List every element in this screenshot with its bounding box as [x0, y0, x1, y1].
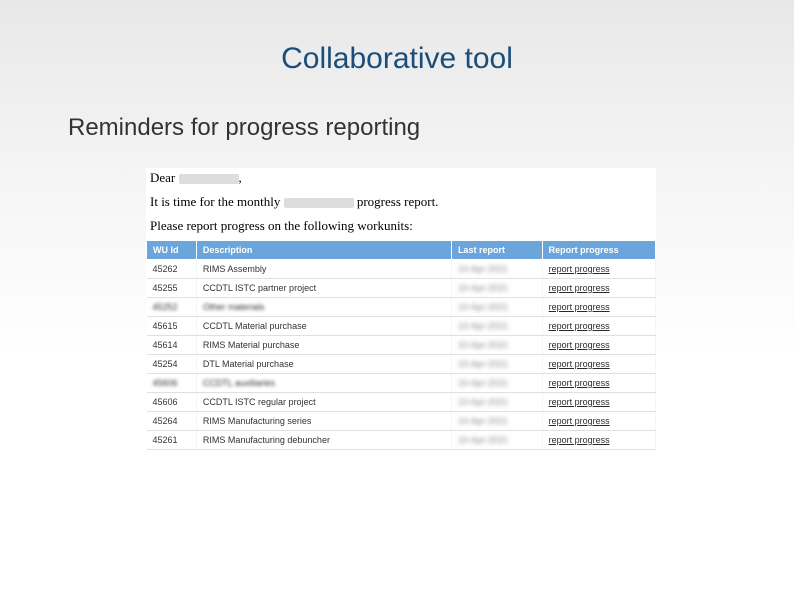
- report-progress-link[interactable]: report progress: [542, 374, 655, 393]
- redacted-project: [284, 198, 354, 208]
- th-description: Description: [196, 241, 451, 260]
- cell-desc: RIMS Assembly: [196, 260, 451, 279]
- report-progress-link[interactable]: report progress: [542, 393, 655, 412]
- redacted-name: [179, 174, 239, 184]
- line2-prefix: It is time for the monthly: [150, 194, 280, 209]
- line2-suffix: progress report.: [357, 194, 439, 209]
- cell-wuid: 45615: [147, 317, 197, 336]
- report-progress-link[interactable]: report progress: [542, 336, 655, 355]
- cell-last-report: 10-Apr-2021: [451, 355, 542, 374]
- table-row: 45255 CCDTL ISTC partner project 10-Apr-…: [147, 279, 656, 298]
- cell-last-report: 10-Apr-2021: [451, 431, 542, 450]
- cell-wuid: 45262: [147, 260, 197, 279]
- table-row: 45254 DTL Material purchase 10-Apr-2021 …: [147, 355, 656, 374]
- cell-last-report: 10-Apr-2021: [451, 279, 542, 298]
- table-row: 45264 RIMS Manufacturing series 10-Apr-2…: [147, 412, 656, 431]
- table-row: 45615 CCDTL Material purchase 10-Apr-202…: [147, 317, 656, 336]
- cell-wuid: 45252: [147, 298, 197, 317]
- table-row: 45606 CCDTL ISTC regular project 10-Apr-…: [147, 393, 656, 412]
- th-report-progress: Report progress: [542, 241, 655, 260]
- cell-desc: Other materials: [196, 298, 451, 317]
- report-progress-link[interactable]: report progress: [542, 412, 655, 431]
- table-row: 45614 RIMS Material purchase 10-Apr-2021…: [147, 336, 656, 355]
- greeting-prefix: Dear: [150, 170, 175, 185]
- cell-desc: CCDTL Material purchase: [196, 317, 451, 336]
- table-header-row: WU Id Description Last report Report pro…: [147, 241, 656, 260]
- cell-last-report: 10-Apr-2021: [451, 393, 542, 412]
- email-greeting: Dear ,: [146, 168, 656, 192]
- table-row: 45261 RIMS Manufacturing debuncher 10-Ap…: [147, 431, 656, 450]
- slide-title: Collaborative tool: [0, 0, 794, 76]
- cell-desc: CCDTL auxiliaries: [196, 374, 451, 393]
- cell-wuid: 45614: [147, 336, 197, 355]
- report-progress-link[interactable]: report progress: [542, 431, 655, 450]
- cell-desc: DTL Material purchase: [196, 355, 451, 374]
- th-wuid: WU Id: [147, 241, 197, 260]
- cell-wuid: 45255: [147, 279, 197, 298]
- report-progress-link[interactable]: report progress: [542, 355, 655, 374]
- cell-last-report: 10-Apr-2021: [451, 260, 542, 279]
- email-line-3: Please report progress on the following …: [146, 216, 656, 240]
- table-row: 45262 RIMS Assembly 10-Apr-2021 report p…: [147, 260, 656, 279]
- report-progress-link[interactable]: report progress: [542, 260, 655, 279]
- cell-last-report: 10-Apr-2021: [451, 298, 542, 317]
- cell-desc: RIMS Manufacturing debuncher: [196, 431, 451, 450]
- cell-last-report: 10-Apr-2021: [451, 336, 542, 355]
- cell-desc: CCDTL ISTC regular project: [196, 393, 451, 412]
- report-progress-link[interactable]: report progress: [542, 298, 655, 317]
- cell-last-report: 10-Apr-2021: [451, 317, 542, 336]
- slide-subtitle: Reminders for progress reporting: [0, 76, 794, 142]
- table-row: 45606 CCDTL auxiliaries 10-Apr-2021 repo…: [147, 374, 656, 393]
- cell-wuid: 45264: [147, 412, 197, 431]
- cell-wuid: 45261: [147, 431, 197, 450]
- report-progress-link[interactable]: report progress: [542, 279, 655, 298]
- cell-desc: CCDTL ISTC partner project: [196, 279, 451, 298]
- email-line-2: It is time for the monthly progress repo…: [146, 192, 656, 216]
- cell-desc: RIMS Material purchase: [196, 336, 451, 355]
- cell-wuid: 45606: [147, 374, 197, 393]
- report-progress-link[interactable]: report progress: [542, 317, 655, 336]
- workunit-table: WU Id Description Last report Report pro…: [146, 240, 656, 450]
- cell-desc: RIMS Manufacturing series: [196, 412, 451, 431]
- table-row: 45252 Other materials 10-Apr-2021 report…: [147, 298, 656, 317]
- cell-last-report: 10-Apr-2021: [451, 412, 542, 431]
- th-last-report: Last report: [451, 241, 542, 260]
- cell-wuid: 45606: [147, 393, 197, 412]
- email-preview: Dear , It is time for the monthly progre…: [146, 168, 656, 450]
- cell-wuid: 45254: [147, 355, 197, 374]
- cell-last-report: 10-Apr-2021: [451, 374, 542, 393]
